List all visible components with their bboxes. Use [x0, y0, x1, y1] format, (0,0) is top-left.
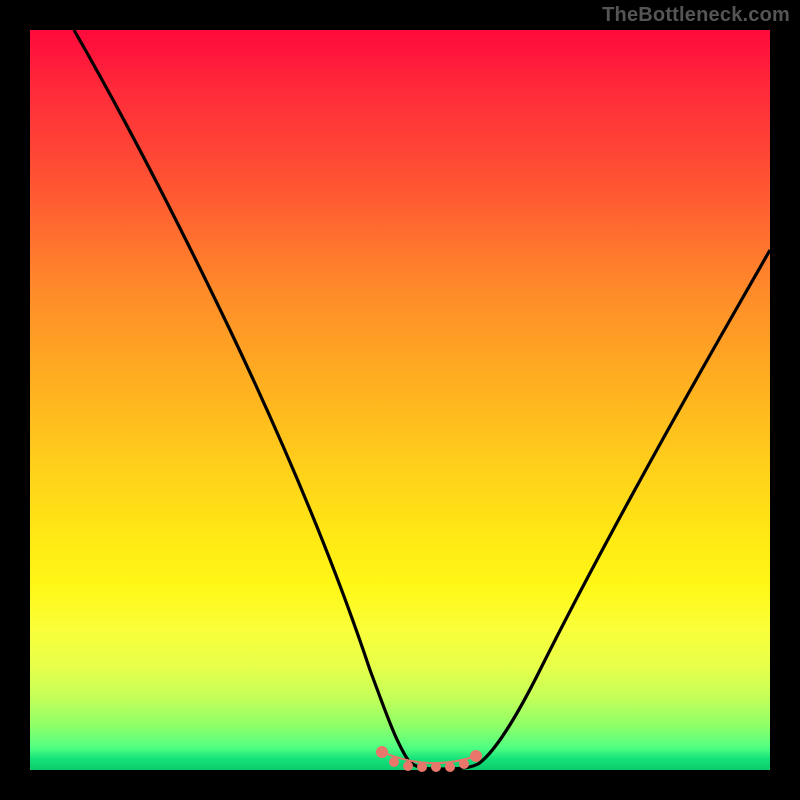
curve-path — [74, 30, 770, 769]
chart-frame: TheBottleneck.com — [0, 0, 800, 800]
plot-area — [30, 30, 770, 770]
watermark-label: TheBottleneck.com — [602, 4, 790, 27]
bottleneck-curve — [30, 30, 770, 770]
